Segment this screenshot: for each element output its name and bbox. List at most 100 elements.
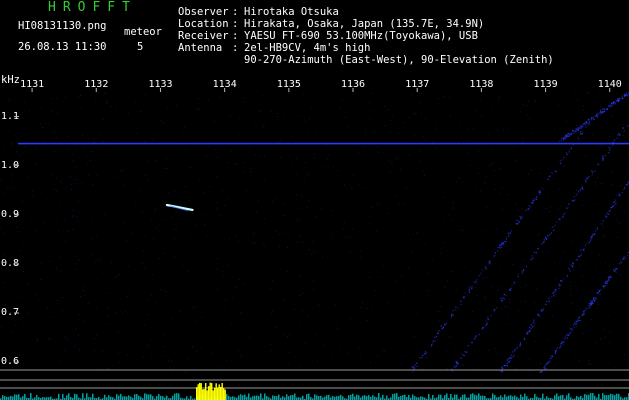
noise-dot (15, 188, 17, 190)
doppler-trace-dot (553, 295, 555, 297)
noise-dot (165, 291, 167, 292)
noise-dot (461, 352, 463, 354)
noise-dot (102, 141, 104, 143)
noise-dot (185, 149, 187, 151)
noise-dot (307, 314, 309, 316)
noise-dot (67, 231, 69, 232)
doppler-trace-dot (567, 135, 569, 137)
noise-dot (150, 218, 152, 220)
noise-dot (398, 203, 400, 204)
noise-dot (54, 150, 56, 152)
noise-dot (396, 158, 397, 160)
noise-dot (453, 346, 455, 348)
noise-dot (369, 223, 371, 225)
noise-dot (469, 165, 471, 167)
doppler-trace-dot (541, 243, 543, 245)
doppler-trace-dot (538, 315, 540, 317)
audio-level-bar (314, 394, 316, 400)
noise-dot (196, 320, 198, 322)
noise-dot (397, 157, 399, 159)
noise-dot (150, 339, 152, 341)
noise-dot (522, 260, 524, 262)
noise-dot (170, 216, 172, 218)
noise-dot (332, 210, 334, 211)
doppler-trace-dot (501, 243, 503, 246)
noise-dot (326, 158, 328, 160)
noise-dot (502, 209, 504, 211)
noise-dot (448, 214, 450, 216)
noise-dot (537, 189, 539, 191)
noise-dot (475, 188, 477, 190)
noise-dot (603, 236, 605, 237)
noise-dot (350, 317, 351, 319)
noise-dot (314, 129, 316, 131)
noise-dot (519, 111, 521, 113)
doppler-trace-dot (468, 290, 470, 292)
audio-level-bar (420, 396, 422, 400)
noise-dot (76, 183, 78, 185)
doppler-trace-dot (414, 364, 416, 366)
noise-dot (151, 294, 152, 296)
noise-dot (389, 131, 391, 133)
audio-level-bar (86, 393, 88, 400)
doppler-trace-dot (562, 215, 564, 217)
noise-dot (483, 277, 484, 279)
noise-dot (617, 221, 619, 223)
doppler-trace-dot (615, 202, 617, 204)
doppler-trace-dot (571, 199, 574, 202)
noise-dot (295, 356, 297, 357)
doppler-trace-dot (568, 151, 570, 153)
noise-dot (408, 154, 410, 156)
doppler-trace-dot (554, 352, 556, 354)
noise-dot (187, 357, 189, 359)
noise-dot (500, 285, 502, 287)
noise-dot (224, 205, 226, 207)
noise-dot (245, 100, 247, 102)
noise-dot (546, 339, 548, 341)
noise-dot (213, 121, 215, 123)
noise-dot (400, 169, 402, 171)
noise-dot (571, 302, 573, 304)
noise-dot (422, 368, 423, 370)
noise-dot (298, 235, 300, 237)
noise-dot (587, 305, 589, 307)
doppler-trace-dot (617, 100, 619, 102)
noise-dot (609, 161, 611, 163)
doppler-trace-dot (547, 178, 549, 180)
noise-dot (419, 161, 421, 162)
doppler-trace-dot (521, 270, 523, 272)
noise-dot (216, 176, 218, 178)
doppler-trace-dot (531, 255, 533, 257)
noise-dot (585, 156, 587, 158)
noise-dot (557, 357, 559, 359)
noise-dot (497, 98, 499, 100)
doppler-trace-dot (568, 149, 570, 151)
noise-dot (494, 170, 496, 172)
noise-dot (402, 203, 404, 205)
noise-dot (440, 306, 441, 308)
audio-level-bar (616, 393, 618, 400)
doppler-trace-dot (540, 309, 542, 311)
noise-dot (384, 106, 386, 107)
audio-level-bar (590, 393, 592, 400)
noise-dot (69, 176, 71, 177)
doppler-trace-dot (627, 181, 629, 183)
noise-dot (584, 199, 586, 201)
noise-dot (44, 154, 46, 156)
doppler-trace-dot (474, 337, 476, 339)
doppler-trace-dot (563, 278, 565, 280)
noise-dot (73, 209, 75, 211)
noise-dot (414, 112, 416, 114)
noise-dot (217, 289, 219, 290)
noise-dot (611, 172, 613, 173)
noise-dot (64, 349, 66, 351)
noise-dot (413, 113, 415, 115)
noise-dot (428, 290, 430, 291)
audio-level-bar (472, 393, 474, 400)
audio-level-bar (272, 395, 274, 400)
noise-dot (155, 303, 157, 305)
doppler-trace-dot (562, 138, 565, 140)
noise-dot (597, 177, 599, 178)
noise-dot (57, 299, 59, 301)
noise-dot (609, 331, 611, 333)
